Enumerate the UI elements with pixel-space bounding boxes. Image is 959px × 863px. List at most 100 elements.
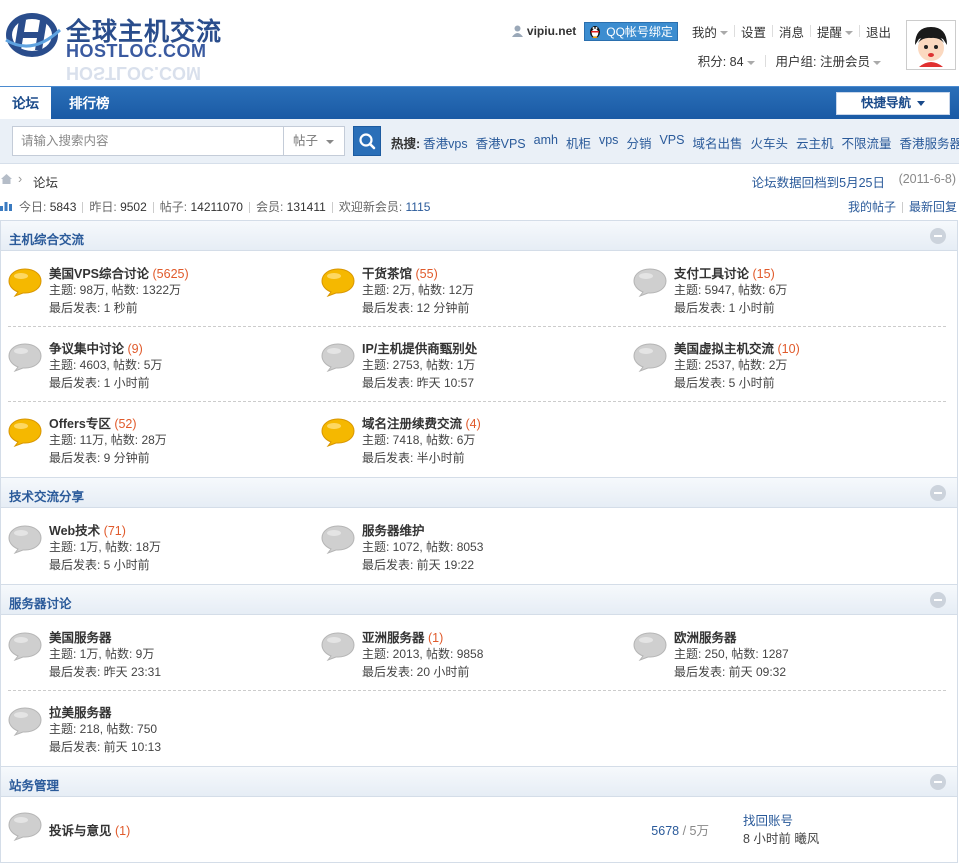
menu-my[interactable]: 我的 [686, 22, 734, 41]
hot-keyword[interactable]: 云主机 [796, 133, 834, 152]
forum-item[interactable]: 亚洲服务器 (1) 主题: 2013, 帖数: 9858 最后发表: 20 小时… [321, 627, 631, 687]
collapse-icon[interactable] [930, 485, 946, 501]
forum-item[interactable]: 美国服务器 主题: 1万, 帖数: 9万 最后发表: 昨天 23:31 [8, 627, 318, 687]
hot-keyword[interactable]: 香港vps [423, 133, 467, 152]
collapse-icon[interactable] [930, 592, 946, 608]
last-post-info[interactable]: 8 小时前 曦风 [743, 828, 819, 847]
forum-last-post[interactable]: 最后发表: 20 小时前 [362, 663, 469, 680]
points-menu[interactable]: 积分: 84 [688, 51, 765, 70]
last-post-title[interactable]: 找回账号 [743, 810, 793, 829]
forum-name[interactable]: 美国虚拟主机交流 [674, 342, 774, 356]
forum-last-post[interactable]: 最后发表: 12 分钟前 [362, 299, 469, 316]
avatar[interactable] [906, 20, 956, 70]
hot-keyword[interactable]: 香港VPS [476, 133, 526, 152]
forum-last-post[interactable]: 最后发表: 9 分钟前 [49, 449, 150, 466]
forum-title[interactable]: 亚洲服务器 (1) [362, 627, 443, 646]
search-button[interactable] [353, 126, 381, 156]
forum-item[interactable]: 投诉与意见 (1) 5678 / 5万 找回账号 8 小时前 曦风 [8, 810, 948, 850]
site-logo[interactable]: 全球主机交流 HOSTLOC.COM HOSTLOC.COM [2, 6, 247, 83]
forum-name[interactable]: 投诉与意见 [49, 824, 112, 838]
forum-name[interactable]: Web技术 [49, 524, 100, 538]
forum-last-post[interactable]: 最后发表: 1 秒前 [49, 299, 138, 316]
hot-keyword[interactable]: amh [534, 133, 558, 152]
search-input[interactable]: 请输入搜索内容 [12, 126, 284, 156]
forum-name[interactable]: 争议集中讨论 [49, 342, 124, 356]
forum-title[interactable]: 支付工具讨论 (15) [674, 263, 775, 282]
forum-title[interactable]: 美国服务器 [49, 627, 112, 646]
forum-item[interactable]: Web技术 (71) 主题: 1万, 帖数: 18万 最后发表: 5 小时前 [8, 520, 318, 580]
forum-title[interactable]: 投诉与意见 (1) [49, 820, 130, 839]
forum-last-post[interactable]: 最后发表: 1 小时前 [49, 374, 150, 391]
search-type-select[interactable]: 帖子 [284, 126, 345, 156]
section-title[interactable]: 技术交流分享 [9, 486, 84, 505]
forum-name[interactable]: 干货茶馆 [362, 267, 412, 281]
forum-name[interactable]: 服务器维护 [362, 524, 425, 538]
hot-keyword[interactable]: 分销 [626, 133, 651, 152]
tab-ranking[interactable]: 排行榜 [69, 87, 110, 120]
hot-keyword[interactable]: 不限流量 [842, 133, 892, 152]
forum-title[interactable]: 干货茶馆 (55) [362, 263, 438, 282]
latest-replies-link[interactable]: 最新回复 [909, 200, 957, 214]
forum-last-post[interactable]: 最后发表: 5 小时前 [674, 374, 775, 391]
collapse-icon[interactable] [930, 774, 946, 790]
section-title[interactable]: 服务器讨论 [9, 593, 72, 612]
tab-forum[interactable]: 论坛 [0, 87, 51, 120]
forum-item[interactable]: Offers专区 (52) 主题: 11万, 帖数: 28万 最后发表: 9 分… [8, 413, 318, 473]
forum-item[interactable]: 美国VPS综合讨论 (5625) 主题: 98万, 帖数: 1322万 最后发表… [8, 263, 318, 323]
my-posts-link[interactable]: 我的帖子 [848, 200, 896, 214]
usergroup-menu[interactable]: 用户组: 注册会员 [766, 51, 891, 70]
forum-name[interactable]: 亚洲服务器 [362, 631, 425, 645]
forum-title[interactable]: 拉美服务器 [49, 702, 112, 721]
forum-title[interactable]: 美国虚拟主机交流 (10) [674, 338, 800, 357]
forum-title[interactable]: Offers专区 (52) [49, 413, 137, 432]
forum-title[interactable]: 欧洲服务器 [674, 627, 737, 646]
forum-name[interactable]: 拉美服务器 [49, 706, 112, 720]
hot-keyword[interactable]: 火车头 [750, 133, 788, 152]
section-title[interactable]: 主机综合交流 [9, 229, 84, 248]
forum-item[interactable]: 争议集中讨论 (9) 主题: 4603, 帖数: 5万 最后发表: 1 小时前 [8, 338, 318, 398]
forum-last-post[interactable]: 最后发表: 昨天 10:57 [362, 374, 474, 391]
announcement-link[interactable]: 论坛数据回档到5月25日 [752, 172, 885, 191]
forum-last-post[interactable]: 最后发表: 昨天 23:31 [49, 663, 161, 680]
hot-keyword[interactable]: VPS [659, 133, 684, 152]
qq-bind-button[interactable]: QQ帐号绑定 [584, 21, 678, 41]
forum-last-post[interactable]: 最后发表: 1 小时前 [674, 299, 775, 316]
forum-item[interactable]: 干货茶馆 (55) 主题: 2万, 帖数: 12万 最后发表: 12 分钟前 [321, 263, 631, 323]
forum-item[interactable]: 欧洲服务器 主题: 250, 帖数: 1287 最后发表: 前天 09:32 [633, 627, 943, 687]
forum-last-post[interactable]: 最后发表: 半小时前 [362, 449, 465, 466]
menu-logout[interactable]: 退出 [860, 22, 897, 41]
username-link[interactable]: vipiu.net [511, 24, 576, 38]
hot-keyword[interactable]: 域名出售 [692, 133, 742, 152]
forum-name[interactable]: 欧洲服务器 [674, 631, 737, 645]
menu-reminders[interactable]: 提醒 [811, 22, 859, 41]
forum-name[interactable]: 美国VPS综合讨论 [49, 267, 149, 281]
forum-name[interactable]: IP/主机提供商甄别处 [362, 342, 477, 356]
forum-title[interactable]: IP/主机提供商甄别处 [362, 338, 477, 357]
forum-title[interactable]: 美国VPS综合讨论 (5625) [49, 263, 189, 282]
forum-last-post[interactable]: 最后发表: 前天 09:32 [674, 663, 786, 680]
menu-settings[interactable]: 设置 [735, 22, 772, 41]
hot-keyword[interactable]: 机柜 [566, 133, 591, 152]
forum-name[interactable]: 美国服务器 [49, 631, 112, 645]
forum-name[interactable]: 域名注册续费交流 [362, 417, 462, 431]
forum-item[interactable]: 服务器维护 主题: 1072, 帖数: 8053 最后发表: 前天 19:22 [321, 520, 631, 580]
forum-last-post[interactable]: 最后发表: 前天 10:13 [49, 738, 161, 755]
forum-name[interactable]: 支付工具讨论 [674, 267, 749, 281]
forum-item[interactable]: 美国虚拟主机交流 (10) 主题: 2537, 帖数: 2万 最后发表: 5 小… [633, 338, 943, 398]
forum-title[interactable]: Web技术 (71) [49, 520, 126, 539]
home-icon[interactable] [0, 173, 13, 185]
forum-name[interactable]: Offers专区 [49, 417, 111, 431]
forum-title[interactable]: 服务器维护 [362, 520, 425, 539]
newest-member-link[interactable]: 1115 [406, 200, 431, 214]
hot-keyword[interactable]: 香港服务器 [900, 133, 959, 152]
section-title[interactable]: 站务管理 [9, 775, 59, 794]
forum-title[interactable]: 域名注册续费交流 (4) [362, 413, 481, 432]
forum-item[interactable]: IP/主机提供商甄别处 主题: 2753, 帖数: 1万 最后发表: 昨天 10… [321, 338, 631, 398]
quick-nav-button[interactable]: 快捷导航 [836, 92, 950, 115]
forum-item[interactable]: 支付工具讨论 (15) 主题: 5947, 帖数: 6万 最后发表: 1 小时前 [633, 263, 943, 323]
forum-last-post[interactable]: 最后发表: 5 小时前 [49, 556, 150, 573]
menu-messages[interactable]: 消息 [773, 22, 810, 41]
hot-keyword[interactable]: vps [599, 133, 618, 152]
forum-item[interactable]: 域名注册续费交流 (4) 主题: 7418, 帖数: 6万 最后发表: 半小时前 [321, 413, 631, 473]
forum-last-post[interactable]: 最后发表: 前天 19:22 [362, 556, 474, 573]
